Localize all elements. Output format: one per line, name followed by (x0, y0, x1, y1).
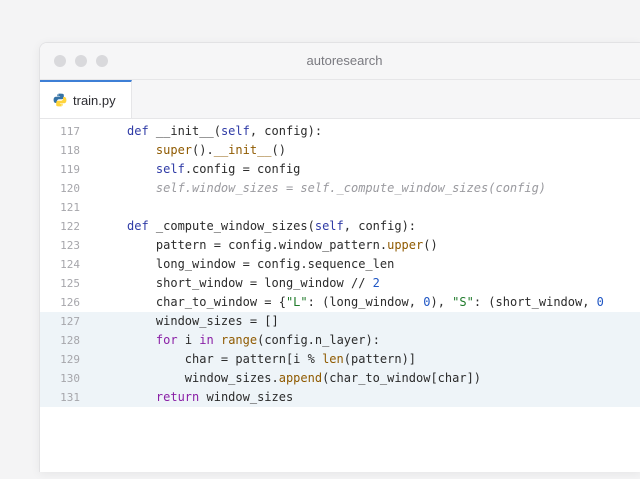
line-number: 127 (60, 315, 80, 328)
code-token: self (220, 124, 250, 138)
code-token: len (322, 352, 344, 366)
line-number: 123 (60, 239, 80, 252)
code-token: _compute_window_sizes( (148, 219, 315, 233)
code-token: self (314, 219, 344, 233)
line-number: 131 (60, 391, 80, 404)
code-line[interactable]: 131 return window_sizes (40, 388, 640, 407)
code-token: append (278, 371, 323, 385)
code-text: def _compute_window_sizes(self, config): (127, 217, 416, 236)
line-number: 130 (60, 372, 80, 385)
window-title: autoresearch (306, 53, 383, 68)
code-token: window_sizes (199, 390, 294, 404)
code-token: return (155, 390, 200, 404)
code-token: (pattern)] (343, 352, 417, 366)
code-line[interactable]: 124 long_window = config.sequence_len (40, 255, 640, 274)
code-token: super (155, 143, 193, 157)
code-token: range (220, 333, 258, 347)
code-token: : (short_window, (473, 295, 597, 309)
code-token: (char_to_window[char]) (322, 371, 482, 385)
code-line[interactable]: 128 for i in range(config.n_layer): (40, 331, 640, 350)
code-line[interactable]: 117 def __init__(self, config): (40, 122, 640, 141)
code-token: (). (192, 143, 214, 157)
code-token: __init__( (148, 124, 221, 138)
code-line[interactable]: 123 pattern = config.window_pattern.uppe… (40, 236, 640, 255)
title-bar: autoresearch (40, 43, 640, 80)
code-line[interactable]: 129 char = pattern[i % len(pattern)] (40, 350, 640, 369)
code-text: window_sizes = [] (127, 312, 279, 331)
code-text: def __init__(self, config): (127, 122, 322, 141)
code-text: char = pattern[i % len(pattern)] (127, 350, 416, 369)
tab-bar: train.py (40, 80, 640, 119)
code-line[interactable]: 120 self.window_sizes = self._compute_wi… (40, 179, 640, 198)
code-token: upper (387, 238, 424, 252)
code-token: i (177, 333, 200, 347)
editor-window: autoresearch train.py 117 def __init__(se… (39, 42, 640, 472)
line-number: 122 (60, 220, 80, 233)
line-number: 119 (60, 163, 80, 176)
code-line[interactable]: 122 def _compute_window_sizes(self, confi… (40, 217, 640, 236)
code-line[interactable]: 119 self.config = config (40, 160, 640, 179)
code-token: .config = config (184, 162, 301, 176)
line-number: 121 (60, 201, 80, 214)
code-token: : (long_window, (307, 295, 424, 309)
line-number: 120 (60, 182, 80, 195)
code-token: self (155, 162, 185, 176)
code-line[interactable]: 126 char_to_window = {"L": (long_window,… (40, 293, 640, 312)
code-token: in (199, 333, 214, 347)
code-token: (config.n_layer): (257, 333, 380, 347)
code-line[interactable]: 121 (40, 198, 640, 217)
line-number: 126 (60, 296, 80, 309)
tab-label: train.py (73, 92, 116, 108)
line-number: 129 (60, 353, 80, 366)
line-number: 118 (60, 144, 80, 157)
line-number: 128 (60, 334, 80, 347)
code-line[interactable]: 127 window_sizes = [] (40, 312, 640, 331)
code-token: long_window = config.sequence_len (155, 257, 395, 271)
line-number: 117 (60, 125, 80, 138)
code-token: def (127, 219, 149, 233)
code-token: 2 (372, 276, 380, 290)
code-token: () (423, 238, 438, 252)
code-text: for i in range(config.n_layer): (127, 331, 380, 350)
code-text: return window_sizes (127, 388, 293, 407)
code-token: 0 (596, 295, 604, 309)
code-token: window_sizes. (184, 371, 279, 385)
code-text: window_sizes.append(char_to_window[char]… (127, 369, 481, 388)
code-text: char_to_window = {"L": (long_window, 0),… (127, 293, 604, 312)
code-token: for (155, 333, 178, 347)
code-token: def (127, 124, 149, 138)
code-token: char = pattern[i % (184, 352, 323, 366)
line-number: 124 (60, 258, 80, 271)
code-text: super().__init__() (127, 141, 286, 160)
line-number: 125 (60, 277, 80, 290)
code-token: () (271, 143, 286, 157)
code-line[interactable]: 125 short_window = long_window // 2 (40, 274, 640, 293)
code-token: char_to_window = { (155, 295, 286, 309)
code-text: self.window_sizes = self._compute_window… (127, 179, 546, 198)
code-line[interactable]: 130 window_sizes.append(char_to_window[c… (40, 369, 640, 388)
code-token: self.window_sizes = self._compute_window… (155, 181, 547, 195)
code-token: "S" (452, 295, 474, 309)
code-token: , config): (249, 124, 323, 138)
tab-train-py[interactable]: train.py (40, 80, 132, 118)
code-token: short_window = long_window // (155, 276, 373, 290)
code-token: pattern = config.window_pattern. (155, 238, 388, 252)
code-token: __init__ (213, 143, 272, 157)
code-text: pattern = config.window_pattern.upper() (127, 236, 438, 255)
code-line[interactable]: 118 super().__init__() (40, 141, 640, 160)
code-editor[interactable]: 117 def __init__(self, config): 118 super(… (40, 120, 640, 472)
code-token: ), (430, 295, 453, 309)
code-token: , config): (343, 219, 417, 233)
code-token: window_sizes = [] (155, 314, 279, 328)
code-text: short_window = long_window // 2 (127, 274, 380, 293)
code-token: "L" (285, 295, 308, 309)
python-file-icon (53, 93, 67, 107)
code-text: self.config = config (127, 160, 301, 179)
code-text: long_window = config.sequence_len (127, 255, 394, 274)
